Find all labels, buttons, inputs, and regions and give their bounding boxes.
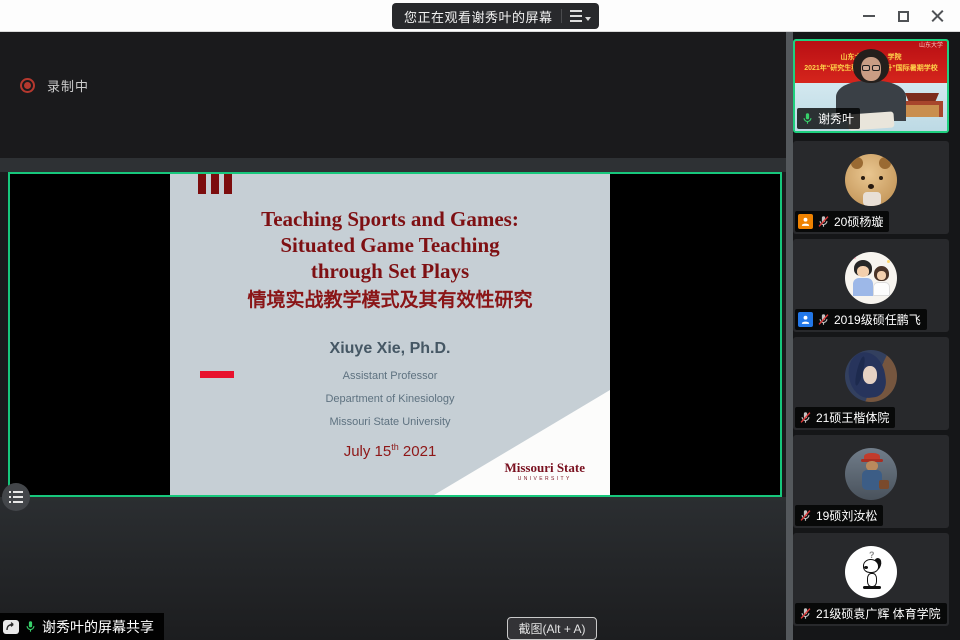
window-controls [852,0,954,32]
watching-screen-label: 您正在观看谢秀叶的屏幕 [404,7,553,26]
meeting-window: 您正在观看谢秀叶的屏幕 录制中 Teaching Sports and [0,0,960,640]
participant-tile-presenter[interactable]: 山东大 学院 2021年“研究生科研 升”国际暑期学校 山东大学 [793,39,949,133]
participant-tile[interactable]: 2019级硕任鹏飞 [793,239,949,332]
missouri-state-logo: Missouri State UNIVERSITY [504,461,585,482]
participant-tile[interactable]: 19硕刘汝松 [793,435,949,528]
close-icon [931,10,944,23]
participant-name-bar: 20硕杨璇 [795,211,889,232]
logo-university-text: UNIVERSITY [504,476,585,482]
minimize-icon [863,15,875,17]
stage-top-strip [0,158,786,172]
participant-name-bar: 2019级硕任鹏飞 [795,309,927,330]
avatar [845,350,897,402]
participant-name: 21级硕袁广辉 体育学院 [816,605,941,622]
user-badge-icon [798,214,813,229]
chevron-down-icon [585,17,591,21]
shared-screen-region[interactable]: Teaching Sports and Games: Situated Game… [8,172,782,497]
recording-label: 录制中 [47,76,89,95]
participant-tile[interactable]: 21硕王楷体院 [793,337,949,430]
participant-name-bar: 谢秀叶 [797,108,860,129]
screenshot-button[interactable]: 截图(Alt + A) [507,617,597,640]
slide-title-line3: through Set Plays [170,258,610,284]
sidebar-scrollbar [786,32,793,640]
mic-on-icon [800,111,815,126]
mic-muted-icon [816,312,831,327]
slide-role: Assistant Professor [170,370,610,382]
scrollbar-thumb[interactable] [786,32,793,640]
slide-title-line1: Teaching Sports and Games: [170,206,610,232]
mic-muted-icon [798,508,813,523]
recording-indicator: 录制中 [20,76,89,95]
avatar [845,154,897,206]
slide-department: Department of Kinesiology [170,393,610,405]
minimize-button[interactable] [852,0,886,32]
participant-name: 19硕刘汝松 [816,507,877,524]
slide-author: Xiuye Xie, Ph.D. [170,340,610,358]
user-badge-icon [798,312,813,327]
participant-name: 20硕杨璇 [834,213,883,230]
university-logo: 山东大学 [919,43,943,50]
mic-muted-icon [798,410,813,425]
list-icon [9,491,23,503]
mic-muted-icon [798,606,813,621]
close-button[interactable] [920,0,954,32]
pill-divider [561,9,562,23]
logo-wordmark: Missouri State [504,461,585,474]
recording-dot-icon [20,78,35,93]
participant-name: 谢秀叶 [818,110,854,127]
mic-on-icon [23,619,38,634]
presentation-slide: Teaching Sports and Games: Situated Game… [170,174,610,495]
participant-name: 21硕王楷体院 [816,409,889,426]
slide-title: Teaching Sports and Games: Situated Game… [170,206,610,284]
avatar [845,448,897,500]
titlebar: 您正在观看谢秀叶的屏幕 [0,0,960,32]
avatar [845,252,897,304]
participant-name-bar: 19硕刘汝松 [795,505,883,526]
screen-share-source-label: 谢秀叶的屏幕共享 [0,613,164,640]
avatar: ? [845,546,897,598]
participant-name-bar: 21级硕袁广辉 体育学院 [795,603,947,624]
screen-share-icon [3,620,19,634]
watching-screen-pill[interactable]: 您正在观看谢秀叶的屏幕 [392,3,599,29]
slide-university: Missouri State University [170,416,610,428]
participant-tile[interactable]: 20硕杨璇 [793,141,949,234]
pill-menu-button[interactable] [570,10,591,22]
participant-tile[interactable]: ? 21级硕袁广辉 体育学院 [793,533,949,626]
mic-muted-icon [816,214,831,229]
participant-name: 2019级硕任鹏飞 [834,311,921,328]
stage-area: 录制中 Teaching Sports and Games: Situated … [0,32,786,640]
slide-title-line2: Situated Game Teaching [170,232,610,258]
annotation-list-button[interactable] [2,483,30,511]
participants-sidebar: 山东大 学院 2021年“研究生科研 升”国际暑期学校 山东大学 [793,32,960,640]
slide-decoration-bars [198,174,232,194]
share-source-name: 谢秀叶的屏幕共享 [42,617,154,637]
participant-name-bar: 21硕王楷体院 [795,407,895,428]
slide-title-chinese: 情境实战教学模式及其有效性研究 [170,287,610,315]
menu-lines-icon [570,10,582,22]
maximize-icon [898,11,909,22]
maximize-button[interactable] [886,0,920,32]
